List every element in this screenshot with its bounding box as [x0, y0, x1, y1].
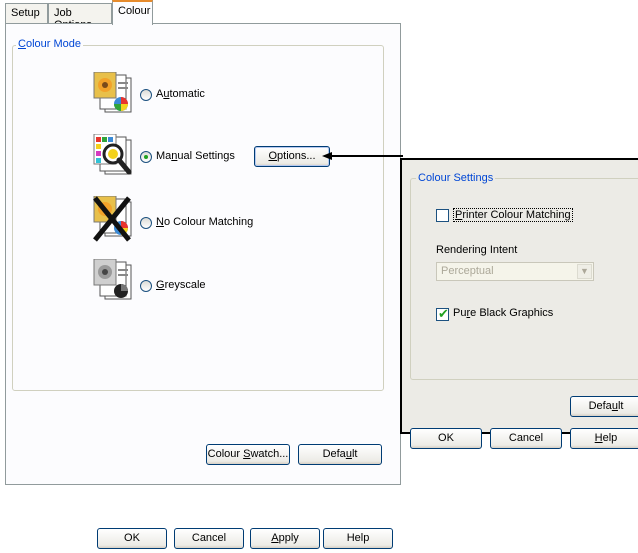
printer-colour-matching-checkbox[interactable]	[436, 209, 449, 222]
popup-ok-button[interactable]: OK	[410, 428, 482, 449]
popup-help-button[interactable]: Help	[570, 428, 638, 449]
rendering-intent-label: Rendering Intent	[436, 244, 518, 256]
chevron-down-icon: ▼	[577, 264, 592, 279]
checkmark-icon: ✔	[438, 306, 449, 321]
popup-cancel-button[interactable]: Cancel	[490, 428, 562, 449]
colour-settings-label: Colour Settings	[416, 172, 496, 184]
pure-black-graphics-checkbox[interactable]: ✔	[436, 306, 449, 321]
popup-default-button[interactable]: Default	[570, 396, 638, 417]
rendering-intent-select[interactable]: Perceptual ▼	[436, 262, 594, 281]
rendering-intent-value: Perceptual	[441, 265, 494, 277]
printer-colour-matching-label[interactable]: Printer Colour Matching	[453, 208, 573, 222]
colour-settings-popup: Colour Settings Printer Colour Matching …	[400, 158, 638, 449]
tab-label: Colour	[118, 5, 151, 17]
pure-black-graphics-label[interactable]: Pure Black Graphics	[453, 307, 553, 319]
tab-colour[interactable]: Colour	[112, 0, 153, 25]
